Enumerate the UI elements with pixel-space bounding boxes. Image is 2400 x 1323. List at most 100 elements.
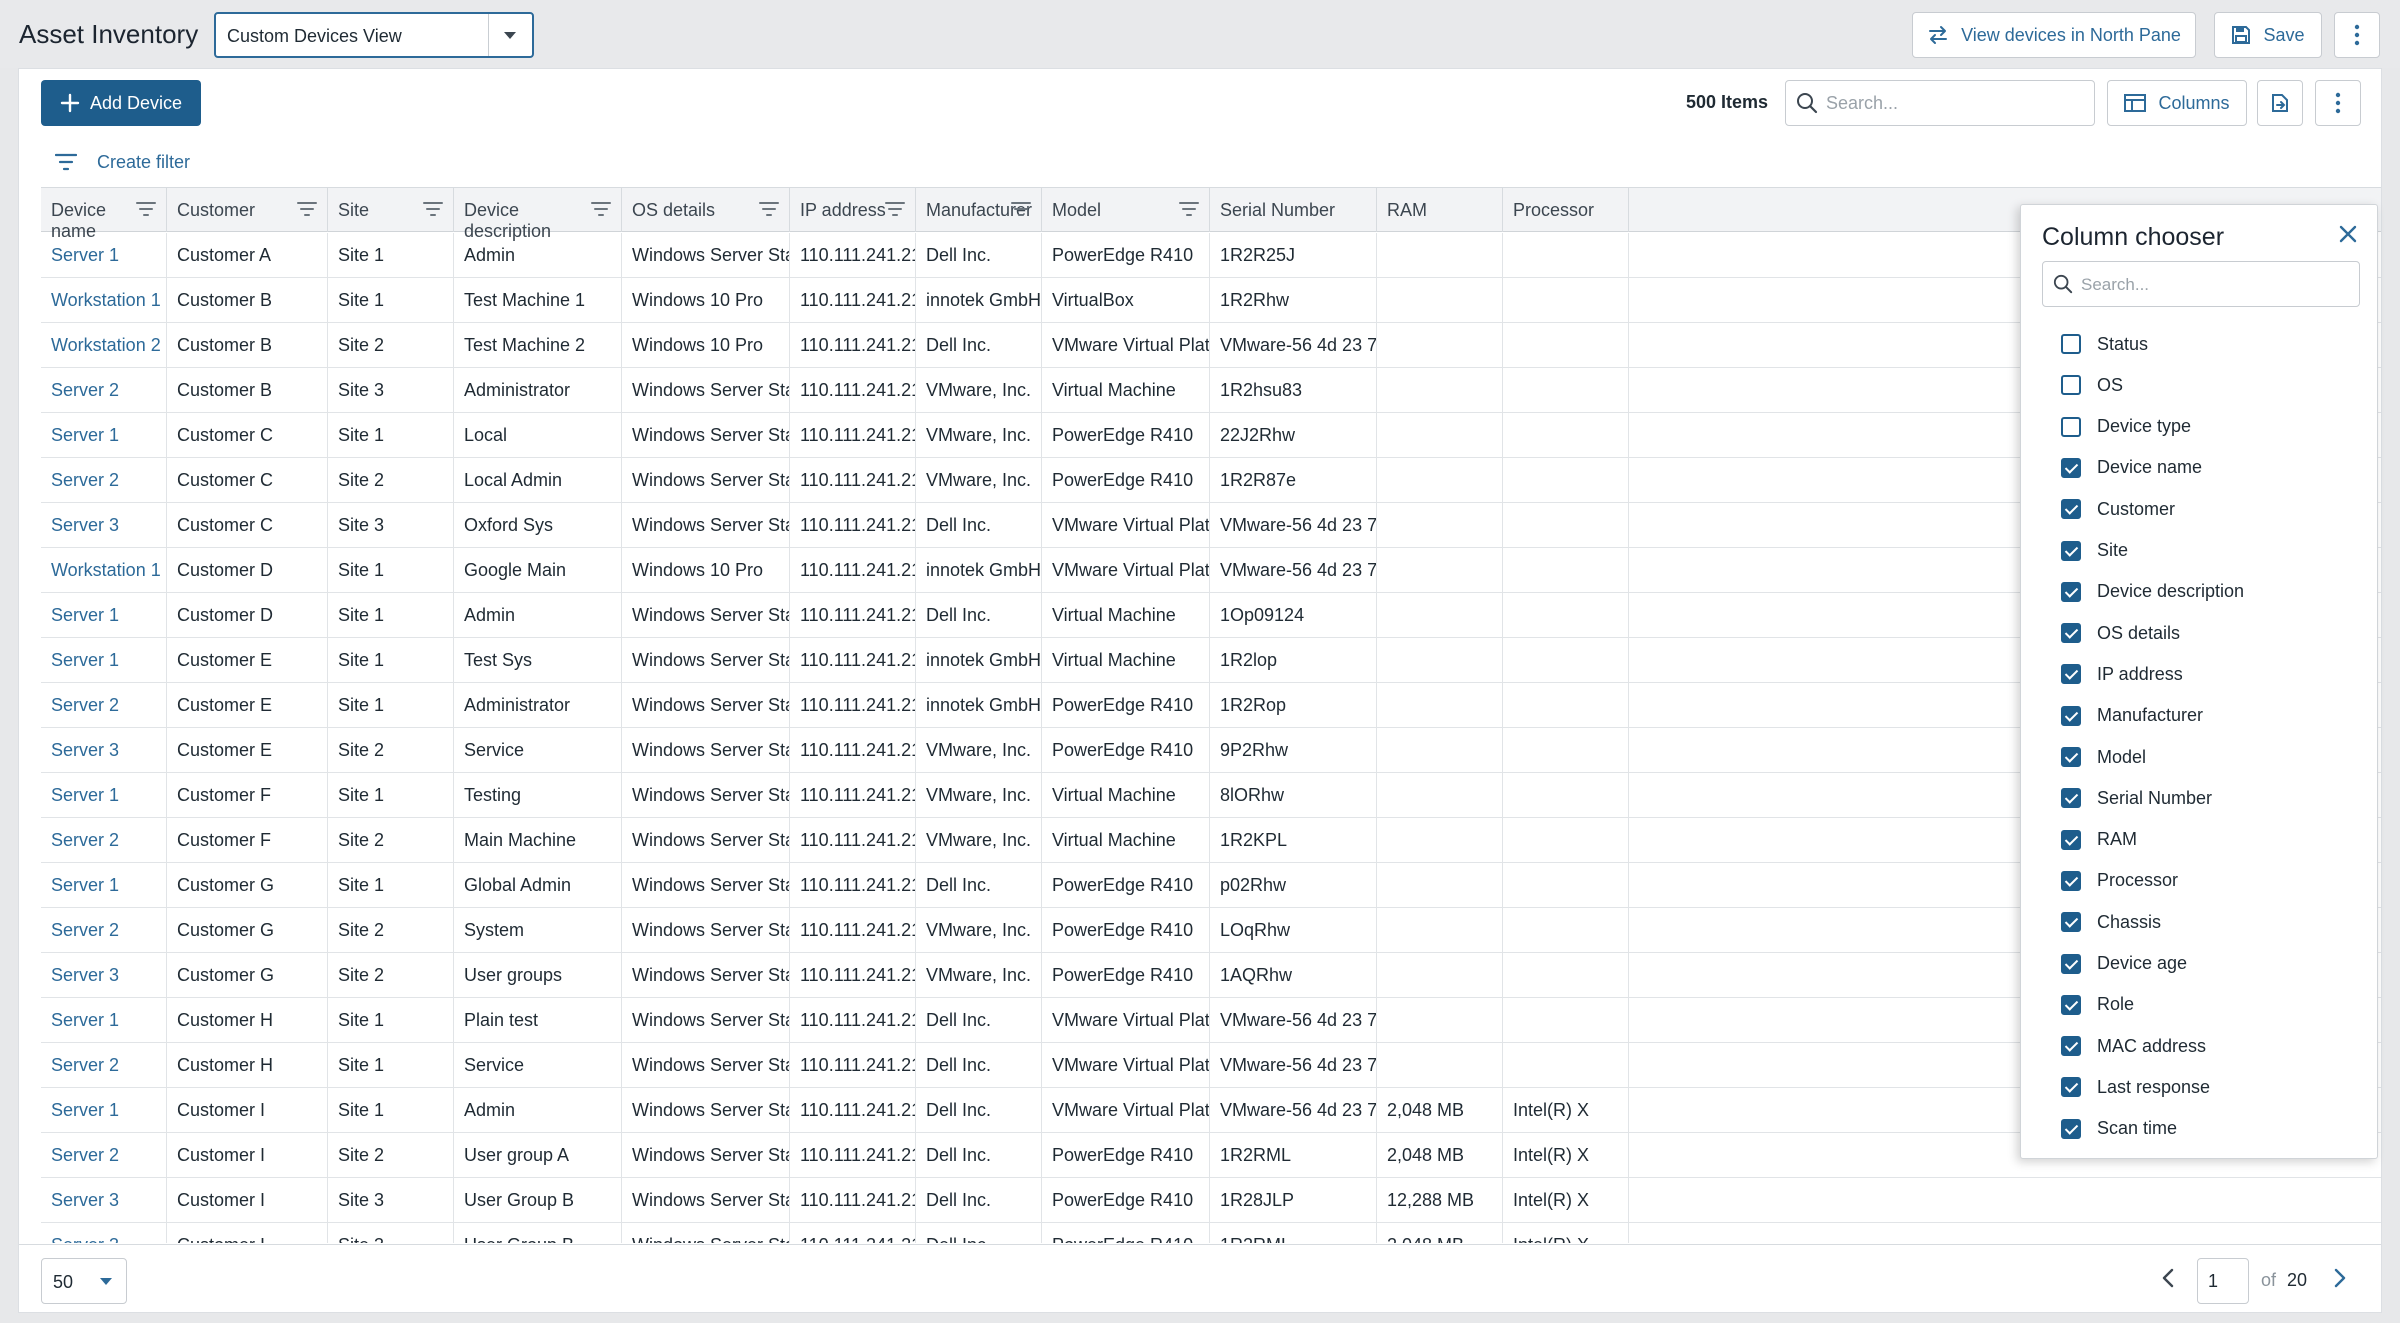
column-option[interactable]: Device name: [2061, 454, 2202, 482]
column-option-checkbox[interactable]: [2061, 953, 2081, 974]
column-option[interactable]: Last response: [2061, 1073, 2210, 1101]
column-header[interactable]: Processor: [1503, 188, 1629, 232]
column-filter-icon[interactable]: [136, 200, 156, 218]
column-option-checkbox[interactable]: [2061, 1036, 2081, 1057]
search-input[interactable]: [1826, 89, 2076, 117]
table-row[interactable]: Server 3Customer ISite 3User Group BWind…: [41, 1178, 2381, 1223]
device-name-link[interactable]: Server 2: [41, 683, 167, 728]
device-name-link[interactable]: Server 3: [41, 728, 167, 773]
column-option-checkbox[interactable]: [2061, 581, 2081, 602]
column-filter-icon[interactable]: [591, 200, 611, 218]
column-option[interactable]: Site: [2061, 537, 2128, 565]
column-header[interactable]: Serial Number: [1210, 188, 1377, 232]
current-page-input[interactable]: 1: [2197, 1258, 2249, 1304]
column-header[interactable]: Model: [1042, 188, 1210, 232]
page-size-select[interactable]: 50: [41, 1258, 127, 1304]
columns-button[interactable]: Columns: [2107, 80, 2247, 126]
column-option[interactable]: Manufacturer: [2061, 702, 2203, 730]
device-name-link[interactable]: Server 2: [41, 1133, 167, 1178]
chevron-left-icon[interactable]: [2161, 1267, 2175, 1289]
table-row[interactable]: Server 3Customer ISite 3User Group BWind…: [41, 1223, 2381, 1243]
column-option-checkbox[interactable]: [2061, 747, 2081, 767]
column-filter-icon[interactable]: [1179, 200, 1199, 218]
column-filter-icon[interactable]: [297, 200, 317, 218]
column-filter-icon[interactable]: [1011, 200, 1031, 218]
column-option-checkbox[interactable]: [2061, 499, 2081, 520]
device-name-link[interactable]: Server 1: [41, 638, 167, 683]
column-header[interactable]: Customer: [167, 188, 328, 232]
column-filter-icon[interactable]: [759, 200, 779, 218]
column-option-checkbox[interactable]: [2061, 1077, 2081, 1098]
column-option[interactable]: Scan time: [2061, 1115, 2177, 1143]
column-option[interactable]: OS details: [2061, 619, 2180, 647]
device-name-link[interactable]: Server 2: [41, 368, 167, 413]
column-option[interactable]: Processor: [2061, 867, 2178, 895]
column-option[interactable]: Device type: [2061, 413, 2191, 441]
column-option-checkbox[interactable]: [2061, 375, 2081, 396]
column-option[interactable]: IP address: [2061, 660, 2183, 688]
device-name-link[interactable]: Server 1: [41, 1088, 167, 1133]
device-name-link[interactable]: Server 3: [41, 503, 167, 548]
device-name-link[interactable]: Server 2: [41, 818, 167, 863]
column-option[interactable]: Role: [2061, 991, 2134, 1019]
device-name-link[interactable]: Workstation 1: [41, 548, 167, 593]
column-option[interactable]: Serial Number: [2061, 784, 2212, 812]
close-icon[interactable]: [2339, 225, 2357, 243]
column-header[interactable]: OS details: [622, 188, 790, 232]
device-name-link[interactable]: Server 3: [41, 953, 167, 998]
column-header[interactable]: RAM: [1377, 188, 1503, 232]
column-option[interactable]: MAC address: [2061, 1032, 2206, 1060]
column-option[interactable]: RAM: [2061, 826, 2137, 854]
column-header[interactable]: Site: [328, 188, 454, 232]
device-name-link[interactable]: Server 3: [41, 1223, 167, 1243]
column-option[interactable]: OS: [2061, 371, 2123, 399]
export-button[interactable]: [2257, 80, 2303, 126]
column-filter-icon[interactable]: [423, 200, 443, 218]
device-search[interactable]: [1785, 80, 2095, 126]
column-header[interactable]: Device description: [454, 188, 622, 241]
column-header[interactable]: Device name: [41, 188, 167, 241]
device-name-link[interactable]: Server 1: [41, 413, 167, 458]
toolbar-more-button[interactable]: [2315, 80, 2361, 126]
add-device-button[interactable]: Add Device: [41, 80, 201, 126]
column-option-checkbox[interactable]: [2061, 788, 2081, 809]
column-option-checkbox[interactable]: [2061, 870, 2081, 891]
device-name-link[interactable]: Workstation 1: [41, 278, 167, 323]
device-name-link[interactable]: Server 3: [41, 1178, 167, 1223]
device-name-link[interactable]: Server 2: [41, 1043, 167, 1088]
view-select[interactable]: Custom Devices View: [214, 12, 534, 58]
column-option-checkbox[interactable]: [2061, 540, 2081, 561]
view-select-toggle[interactable]: [488, 14, 532, 56]
column-search[interactable]: [2042, 261, 2360, 307]
device-name-link[interactable]: Server 1: [41, 233, 167, 278]
column-option-checkbox[interactable]: [2061, 664, 2081, 685]
column-option-checkbox[interactable]: [2061, 457, 2081, 478]
column-option-checkbox[interactable]: [2061, 416, 2081, 437]
column-option-checkbox[interactable]: [2061, 994, 2081, 1015]
device-name-link[interactable]: Server 2: [41, 908, 167, 953]
column-option[interactable]: Device age: [2061, 950, 2187, 978]
save-button[interactable]: Save: [2214, 12, 2322, 58]
column-search-input[interactable]: [2081, 271, 2341, 299]
column-option-checkbox[interactable]: [2061, 334, 2081, 354]
column-filter-icon[interactable]: [885, 200, 905, 218]
chevron-right-icon[interactable]: [2333, 1267, 2347, 1289]
column-option[interactable]: Customer: [2061, 495, 2175, 523]
device-name-link[interactable]: Server 1: [41, 593, 167, 638]
device-name-link[interactable]: Server 1: [41, 863, 167, 908]
create-filter-button[interactable]: Create filter: [41, 145, 190, 179]
device-name-link[interactable]: Server 1: [41, 998, 167, 1043]
header-more-button[interactable]: [2334, 12, 2380, 58]
column-option-checkbox[interactable]: [2061, 623, 2081, 644]
column-option-checkbox[interactable]: [2061, 1118, 2081, 1139]
device-name-link[interactable]: Server 2: [41, 458, 167, 503]
device-name-link[interactable]: Workstation 2: [41, 323, 167, 368]
column-option[interactable]: Model: [2061, 743, 2146, 771]
column-option-checkbox[interactable]: [2061, 829, 2081, 850]
column-option[interactable]: Status: [2061, 330, 2148, 358]
column-option[interactable]: Chassis: [2061, 908, 2161, 936]
column-header[interactable]: Manufacturer: [916, 188, 1042, 232]
device-name-link[interactable]: Server 1: [41, 773, 167, 818]
column-option-checkbox[interactable]: [2061, 912, 2081, 933]
column-option[interactable]: Device description: [2061, 578, 2244, 606]
